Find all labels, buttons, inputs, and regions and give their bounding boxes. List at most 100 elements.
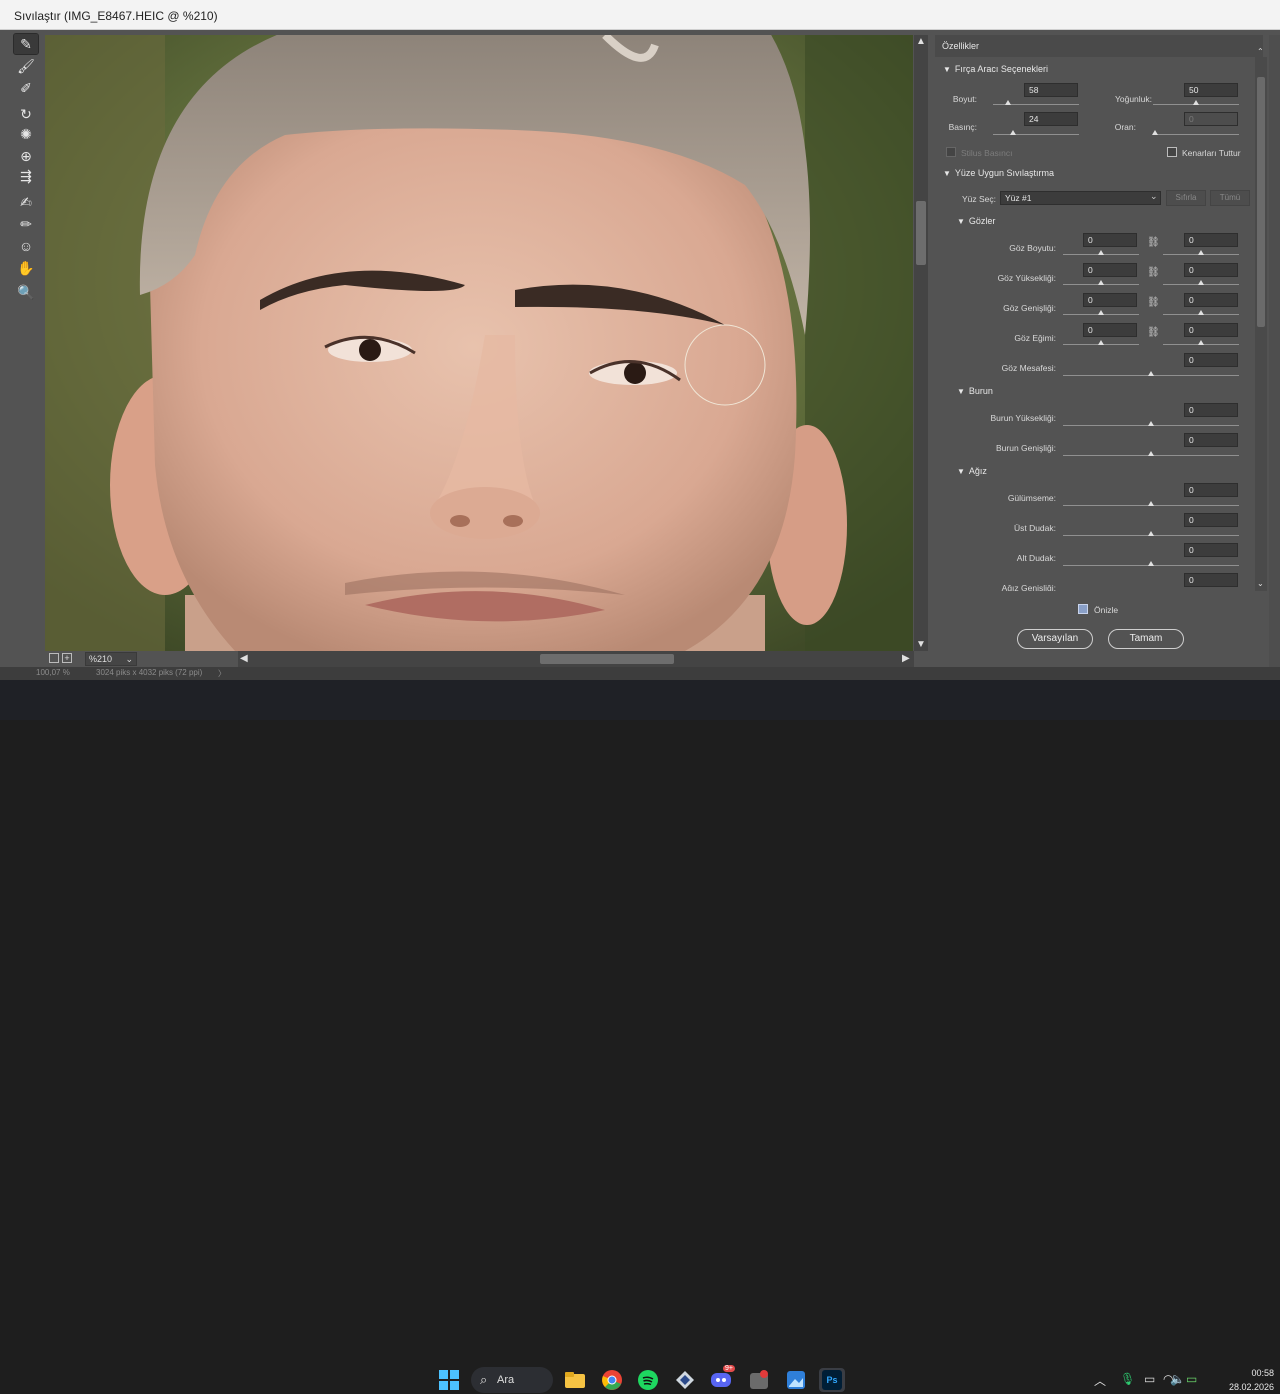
horizontal-scrollbar[interactable]: ◀ ▶ [238, 651, 914, 667]
smooth-icon[interactable]: ✐ [14, 78, 38, 98]
eye-distance-slider[interactable] [1063, 371, 1239, 380]
windows-start-icon[interactable] [437, 1368, 461, 1392]
disclosure-triangle-icon[interactable]: ▼ [957, 217, 965, 226]
nose-section[interactable]: ▼ Burun [957, 386, 993, 396]
mouth-param-field[interactable]: 0 [1184, 483, 1238, 497]
discord-icon[interactable]: 9+ [709, 1365, 735, 1392]
stylus-pressure-checkbox[interactable] [946, 147, 956, 157]
panel-scrollbar[interactable]: ⌃ ⌄ [1255, 47, 1267, 591]
image-canvas[interactable] [45, 35, 913, 651]
chevron-up-icon[interactable]: ︿ [1094, 1372, 1106, 1389]
pin-edges-checkbox[interactable] [1167, 147, 1177, 157]
hand-icon[interactable]: ✋ [14, 258, 38, 278]
push-left-icon[interactable]: ⇶ [14, 166, 38, 186]
eye-right-field[interactable]: 0 [1184, 233, 1238, 247]
monitor-icon[interactable]: ▭ [1144, 1372, 1155, 1386]
face-aware-section[interactable]: ▼ Yüze Uygun Sıvılaştırma [943, 168, 1054, 178]
eye-left-slider[interactable] [1063, 340, 1139, 349]
density-field[interactable]: 50 [1184, 83, 1238, 97]
pucker-icon[interactable]: ✺ [14, 124, 38, 144]
slider-knob[interactable] [1198, 310, 1204, 315]
reset-button[interactable]: Sıfırla [1166, 190, 1206, 206]
rate-slider[interactable] [1151, 130, 1239, 139]
scroll-right-icon[interactable]: ▶ [902, 654, 910, 664]
slider-knob[interactable] [1148, 531, 1154, 536]
panel-scroll-thumb[interactable] [1257, 77, 1265, 327]
density-slider[interactable] [1153, 100, 1239, 109]
eye-left-field[interactable]: 0 [1083, 263, 1137, 277]
battery-icon[interactable]: ▭ [1186, 1372, 1197, 1386]
vertical-scroll-thumb[interactable] [916, 201, 926, 265]
eye-left-field[interactable]: 0 [1083, 323, 1137, 337]
taskbar-search[interactable]: ⌕ Ara [471, 1367, 553, 1393]
slider-knob[interactable] [1148, 501, 1154, 506]
slider-knob[interactable] [1148, 421, 1154, 426]
slider-knob[interactable] [1009, 130, 1016, 135]
disclosure-triangle-icon[interactable]: ▼ [943, 65, 951, 74]
slider-knob[interactable] [1193, 100, 1199, 105]
slider-knob[interactable] [1151, 130, 1158, 135]
disclosure-triangle-icon[interactable]: ▼ [957, 467, 965, 476]
mouth-param-field[interactable]: 0 [1184, 543, 1238, 557]
zoom-select[interactable]: %210 ⌄ [85, 652, 137, 666]
slider-knob[interactable] [1098, 280, 1104, 285]
photoshop-icon[interactable]: Ps [819, 1368, 845, 1392]
eyes-section[interactable]: ▼ Gözler [957, 216, 995, 226]
scroll-down-icon[interactable]: ▼ [916, 640, 926, 650]
link-icon[interactable]: ⛓ [1147, 267, 1160, 278]
photos-icon[interactable] [784, 1368, 808, 1392]
mouth-param-field[interactable]: 0 [1184, 573, 1238, 587]
pressure-field[interactable]: 24 [1024, 112, 1078, 126]
freeze-mask-icon[interactable]: ✍ [14, 192, 38, 212]
thaw-mask-icon[interactable]: ✏ [14, 214, 38, 234]
reconstruct-icon[interactable]: 🖌 [14, 56, 38, 76]
face-select[interactable]: Yüz #1 [1000, 191, 1161, 205]
spotify-icon[interactable] [636, 1368, 660, 1392]
mouth-param-slider[interactable] [1063, 561, 1239, 570]
horizontal-scroll-thumb[interactable] [540, 654, 674, 664]
defaults-button[interactable]: Varsayılan [1017, 629, 1093, 649]
panel-scroll-up-icon[interactable]: ⌃ [1257, 47, 1264, 57]
microphone-icon[interactable]: 🎙 [1120, 1372, 1135, 1386]
zoom-out-icon[interactable] [49, 653, 59, 663]
link-icon[interactable]: ⛓ [1147, 327, 1160, 338]
slider-knob[interactable] [1098, 310, 1104, 315]
disclosure-triangle-icon[interactable]: ▼ [957, 387, 965, 396]
slider-knob[interactable] [1098, 340, 1104, 345]
scroll-left-icon[interactable]: ◀ [240, 654, 248, 664]
eye-right-slider[interactable] [1163, 250, 1239, 259]
slider-knob[interactable] [1098, 250, 1104, 255]
mouth-param-slider[interactable] [1063, 501, 1239, 510]
disclosure-triangle-icon[interactable]: ▼ [943, 169, 951, 178]
panel-scroll-down-icon[interactable]: ⌄ [1257, 579, 1264, 589]
eye-right-field[interactable]: 0 [1184, 263, 1238, 277]
eye-right-slider[interactable] [1163, 280, 1239, 289]
slider-knob[interactable] [1004, 100, 1011, 105]
preview-checkbox[interactable] [1078, 604, 1088, 614]
eye-left-field[interactable]: 0 [1083, 233, 1137, 247]
eye-left-slider[interactable] [1063, 280, 1139, 289]
nose-param-slider[interactable] [1063, 421, 1239, 430]
speaker-icon[interactable]: 🔈 [1170, 1372, 1185, 1386]
link-icon[interactable]: ⛓ [1147, 237, 1160, 248]
eye-left-slider[interactable] [1063, 250, 1139, 259]
snipping-tool-icon[interactable] [747, 1368, 771, 1392]
size-slider[interactable] [993, 100, 1079, 109]
eye-left-field[interactable]: 0 [1083, 293, 1137, 307]
eye-right-field[interactable]: 0 [1184, 323, 1238, 337]
slider-knob[interactable] [1148, 561, 1154, 566]
slider-track[interactable] [993, 134, 1079, 135]
eye-left-slider[interactable] [1063, 310, 1139, 319]
scroll-up-icon[interactable]: ▲ [916, 37, 926, 47]
slider-knob[interactable] [1198, 280, 1204, 285]
vpn-app-icon[interactable] [673, 1368, 697, 1392]
brush-options-section[interactable]: ▼ Fırça Aracı Seçenekleri [943, 64, 1048, 74]
eye-distance-field[interactable]: 0 [1184, 353, 1238, 367]
face-tool-icon[interactable]: ☺ [14, 236, 38, 256]
clock[interactable]: 00:58 28.02.2026 [1218, 1366, 1274, 1394]
size-field[interactable]: 58 [1024, 83, 1078, 97]
eye-right-slider[interactable] [1163, 310, 1239, 319]
forward-warp-icon[interactable]: ✎ [13, 33, 39, 55]
link-icon[interactable]: ⛓ [1147, 297, 1160, 308]
slider-knob[interactable] [1148, 451, 1154, 456]
